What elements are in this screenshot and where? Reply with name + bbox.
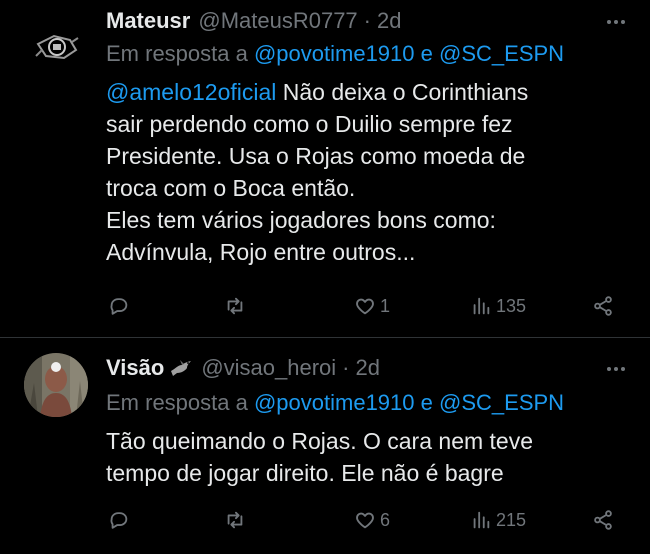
- avatar-photo-icon: [24, 353, 88, 417]
- avatar-logo-icon: [24, 14, 88, 78]
- retweet-button[interactable]: [224, 505, 250, 535]
- tweet-header: Mateusr @MateusR0777 · 2d: [106, 6, 401, 36]
- retweet-button[interactable]: [224, 291, 250, 321]
- reply-prefix: Em resposta a: [106, 390, 248, 415]
- like-button[interactable]: 1: [354, 291, 390, 321]
- separator-dot: ·: [363, 8, 371, 33]
- user-handle[interactable]: @visao_heroi: [201, 355, 336, 381]
- share-icon: [594, 296, 612, 316]
- tweet-header: Visão @visao_heroi · 2d: [106, 353, 380, 383]
- action-bar: 6 215: [106, 505, 630, 535]
- tweet-body: Não deixa o Corinthians sair perdendo co…: [106, 79, 529, 265]
- mention-link[interactable]: @povotime1910: [254, 390, 415, 415]
- retweet-icon: [227, 297, 243, 315]
- share-button[interactable]: [592, 505, 614, 535]
- share-icon: [594, 510, 612, 530]
- heart-icon: [356, 298, 374, 315]
- timestamp[interactable]: 2d: [356, 355, 380, 381]
- timestamp[interactable]: 2d: [377, 8, 401, 34]
- bar-chart-icon: [473, 297, 490, 315]
- mention-link[interactable]: @amelo12oficial: [106, 79, 276, 105]
- separator-dot: ·: [342, 355, 350, 380]
- reply-joiner: e: [420, 390, 433, 415]
- mention-link[interactable]: @SC_ESPN: [439, 390, 564, 415]
- tweet-divider: [0, 337, 650, 338]
- mention-link[interactable]: @SC_ESPN: [439, 41, 564, 66]
- tweet[interactable]: Mateusr @MateusR0777 · 2d Em resposta a …: [0, 0, 650, 338]
- reply-context: Em resposta a @povotime1910 e @SC_ESPN: [106, 390, 564, 416]
- like-count: 1: [380, 295, 391, 316]
- view-count: 215: [496, 509, 527, 530]
- like-count: 6: [380, 509, 391, 530]
- heart-icon: [356, 512, 374, 529]
- views-button[interactable]: 215: [470, 505, 526, 535]
- views-button[interactable]: 135: [470, 291, 526, 321]
- view-count: 135: [496, 295, 527, 316]
- display-name[interactable]: Visão: [106, 355, 164, 381]
- reply-button[interactable]: [108, 291, 134, 321]
- mention-link[interactable]: @povotime1910: [254, 41, 415, 66]
- tweet-text: @amelo12oficial Não deixa o Corinthians …: [106, 76, 528, 268]
- display-name[interactable]: Mateusr: [106, 8, 190, 34]
- speech-bubble-icon: [110, 298, 128, 315]
- action-bar: 1 135: [106, 291, 630, 321]
- more-icon[interactable]: [604, 10, 628, 34]
- tweet-text: Tão queimando o Rojas. O cara nem teve t…: [106, 428, 534, 486]
- tweet[interactable]: Visão @visao_heroi · 2d Em resposta a @p…: [0, 339, 650, 554]
- eagle-emoji-icon: [171, 360, 192, 376]
- reply-button[interactable]: [108, 505, 134, 535]
- user-handle[interactable]: @MateusR0777: [198, 8, 357, 34]
- share-button[interactable]: [592, 291, 614, 321]
- like-button[interactable]: 6: [354, 505, 390, 535]
- reply-joiner: e: [420, 41, 433, 66]
- avatar[interactable]: [24, 353, 88, 417]
- retweet-icon: [227, 511, 243, 529]
- bar-chart-icon: [473, 511, 490, 529]
- more-icon[interactable]: [604, 357, 628, 381]
- avatar[interactable]: [24, 14, 88, 78]
- reply-context: Em resposta a @povotime1910 e @SC_ESPN: [106, 41, 564, 67]
- reply-prefix: Em resposta a: [106, 41, 248, 66]
- speech-bubble-icon: [110, 512, 128, 529]
